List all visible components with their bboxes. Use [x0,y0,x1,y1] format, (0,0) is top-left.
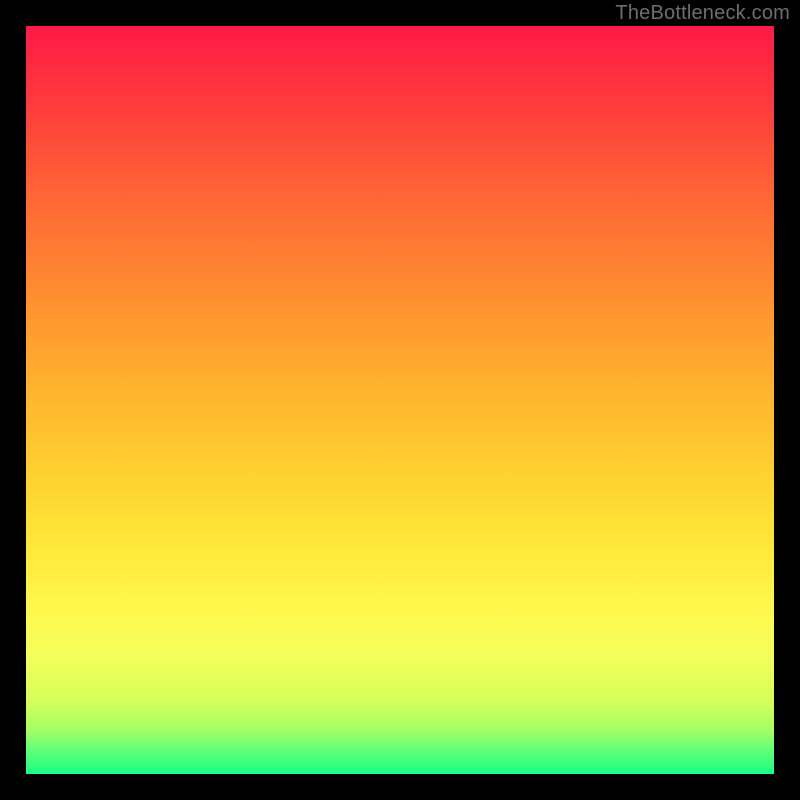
plot-area [26,26,774,774]
plot-background-gradient [26,26,774,774]
outer-frame: TheBottleneck.com [0,0,800,800]
watermark-text: TheBottleneck.com [615,2,790,25]
